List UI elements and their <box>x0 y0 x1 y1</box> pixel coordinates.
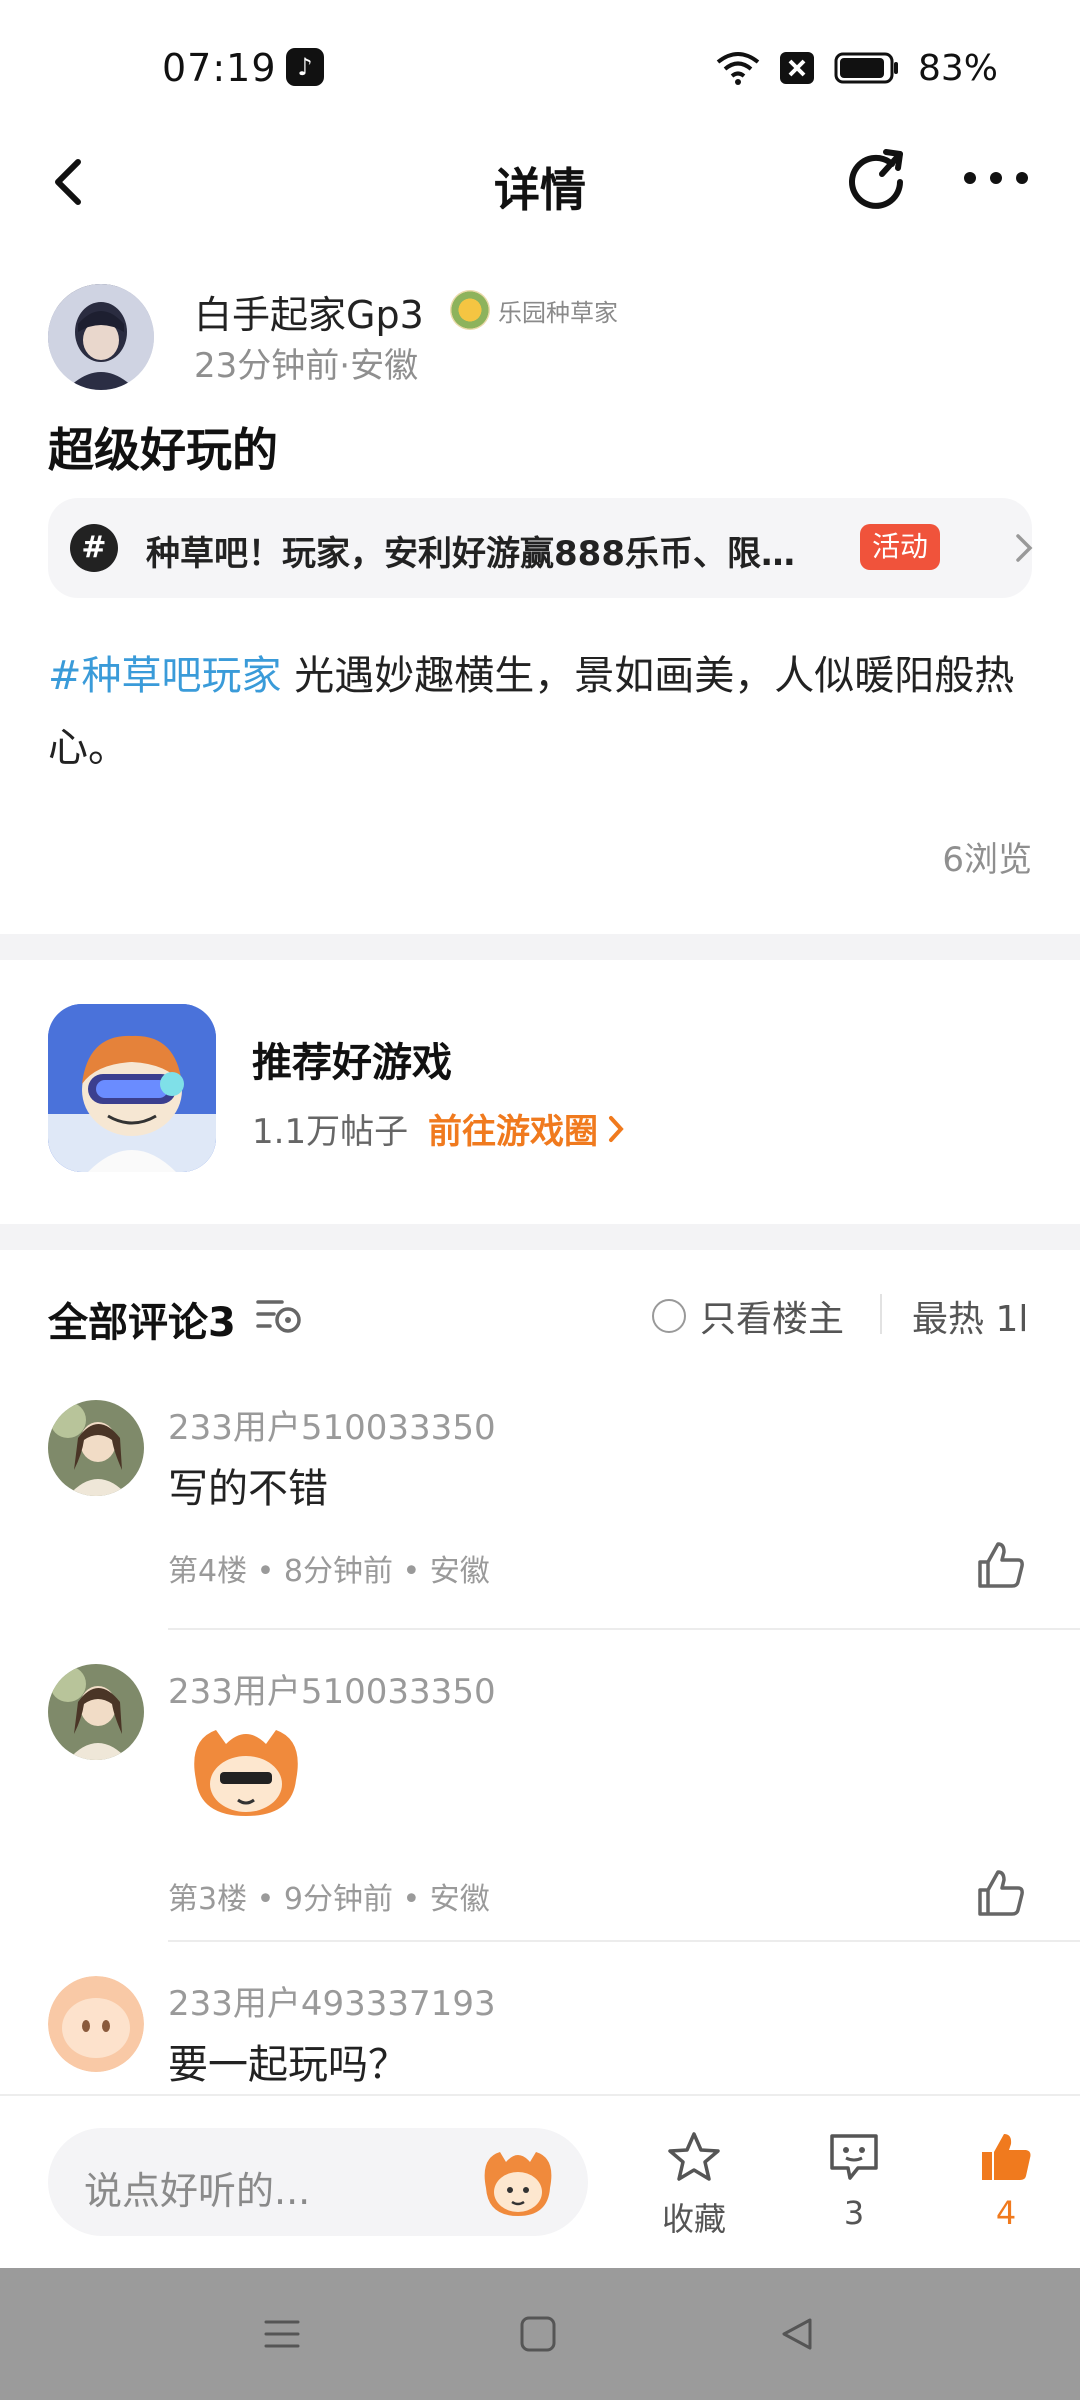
thumbs-up-icon[interactable] <box>976 1868 1026 1918</box>
status-bar: 07:19 ♪ 83% <box>0 0 1080 130</box>
favorite-button[interactable]: 收藏 <box>644 2130 744 2240</box>
comment-divider <box>168 1940 1080 1942</box>
home-icon[interactable] <box>518 2314 558 2354</box>
comment-text: 写的不错 <box>168 1466 328 1512</box>
comment-meta: 第3楼 • 9分钟前 • 安徽 <box>168 1882 490 1917</box>
activity-tag: 活动 <box>860 524 941 570</box>
header-separator <box>880 1294 882 1334</box>
game-link-label: 前往游戏圈 <box>428 1112 598 1152</box>
like-button[interactable]: 4 <box>956 2130 1056 2232</box>
hashtag-icon: # <box>70 524 118 572</box>
comment-meta: 第4楼 • 8分钟前 • 安徽 <box>168 1554 490 1589</box>
menu-icon[interactable] <box>262 2314 302 2354</box>
post-meta: 23分钟前·安徽 <box>194 346 419 386</box>
bottom-action-bar: 说点好听的... 收藏 3 4 <box>0 2094 1080 2268</box>
chevron-right-icon <box>1016 534 1033 562</box>
more-options-icon[interactable] <box>960 158 1032 198</box>
game-post-count: 1.1万帖子 <box>252 1112 409 1152</box>
status-time: 07:19 <box>162 46 277 90</box>
emoji-sticker-icon[interactable] <box>478 2144 558 2220</box>
post-body: #种草吧玩家 光遇妙趣横生，景如画美，人似暖阳般热心。 <box>48 640 1038 784</box>
game-name[interactable]: 推荐好游戏 <box>252 1030 452 1088</box>
comment-input[interactable]: 说点好听的... <box>48 2128 588 2236</box>
star-icon <box>668 2132 720 2181</box>
commenter-name[interactable]: 233用户493337193 <box>168 1976 496 2025</box>
game-card[interactable]: 推荐好游戏 1.1万帖子 前往游戏圈 <box>0 960 1080 1224</box>
thumbs-up-icon[interactable] <box>976 1540 1026 1590</box>
only-owner-toggle[interactable]: 只看楼主 <box>652 1290 844 1342</box>
commenter-avatar[interactable] <box>48 1664 144 1760</box>
comment-text: 要一起玩吗？ <box>168 2042 408 2088</box>
badge-icon <box>450 290 490 330</box>
page-title: 详情 <box>494 163 586 217</box>
section-divider <box>0 1224 1080 1250</box>
chevron-right-icon <box>609 1115 624 1142</box>
author-badge: 乐园种草家 <box>450 288 618 332</box>
comment-item: 233用户493337193 要一起玩吗？ <box>0 1976 1080 2094</box>
activity-banner[interactable]: # 种草吧！玩家，安利好游赢888乐币、限… 活动 <box>48 498 1033 598</box>
post-author[interactable]: 白手起家Gp3 乐园种草家 23分钟前·安徽 <box>48 282 1048 392</box>
share-icon[interactable] <box>842 144 910 212</box>
author-name[interactable]: 白手起家Gp3 <box>194 284 424 339</box>
battery-percent: 83% <box>917 47 998 89</box>
commenter-name[interactable]: 233用户510033350 <box>168 1664 496 1713</box>
view-count: 6浏览 <box>942 840 1032 880</box>
commenter-name[interactable]: 233用户510033350 <box>168 1400 496 1449</box>
comments-header: 全部评论3 只看楼主 最热 1l <box>0 1250 1080 1360</box>
badge-label: 乐园种草家 <box>498 298 618 327</box>
commenter-avatar[interactable] <box>48 1400 144 1496</box>
like-count: 4 <box>995 2194 1017 2232</box>
status-icons: 83% <box>716 46 998 90</box>
comment-bubble-icon <box>830 2134 878 2180</box>
comment-item: 233用户510033350 写的不错 第4楼 • 8分钟前 • 安徽 <box>0 1400 1080 1632</box>
author-avatar[interactable] <box>48 284 154 390</box>
favorite-label: 收藏 <box>661 2200 726 2238</box>
comment-item: 233用户510033350 第3楼 • 9分钟前 • 安徽 <box>0 1664 1080 1976</box>
comment-count: 3 <box>843 2194 865 2232</box>
go-to-game-circle-link[interactable]: 前往游戏圈 <box>428 1104 626 1153</box>
sort-selector[interactable]: 最热 1l <box>912 1290 1028 1342</box>
system-nav-bar <box>0 2268 1080 2400</box>
sticker-emoji <box>194 1730 298 1816</box>
post-title: 超级好玩的 <box>48 423 278 477</box>
commenter-avatar[interactable] <box>48 1976 144 2072</box>
thumbs-up-filled-icon <box>982 2134 1031 2180</box>
comments-title: 全部评论3 <box>48 1300 236 1346</box>
wifi-icon <box>716 52 760 85</box>
comment-filter-icon[interactable] <box>254 1294 304 1336</box>
game-icon[interactable] <box>48 1004 216 1172</box>
comment-input-placeholder: 说点好听的... <box>84 2169 311 2213</box>
back-triangle-icon[interactable] <box>776 2314 816 2354</box>
only-owner-label: 只看楼主 <box>700 1299 845 1340</box>
no-sim-icon <box>779 52 814 84</box>
activity-text: 种草吧！玩家，安利好游赢888乐币、限… <box>146 534 795 574</box>
battery-icon <box>834 52 898 84</box>
top-nav: 详情 <box>0 130 1080 235</box>
tiktok-notification-icon: ♪ <box>286 48 324 86</box>
section-divider <box>0 934 1080 960</box>
post-hashtag[interactable]: #种草吧玩家 <box>48 653 282 699</box>
comment-button[interactable]: 3 <box>804 2130 904 2232</box>
only-owner-radio[interactable] <box>652 1299 686 1333</box>
comment-divider <box>168 1628 1080 1630</box>
